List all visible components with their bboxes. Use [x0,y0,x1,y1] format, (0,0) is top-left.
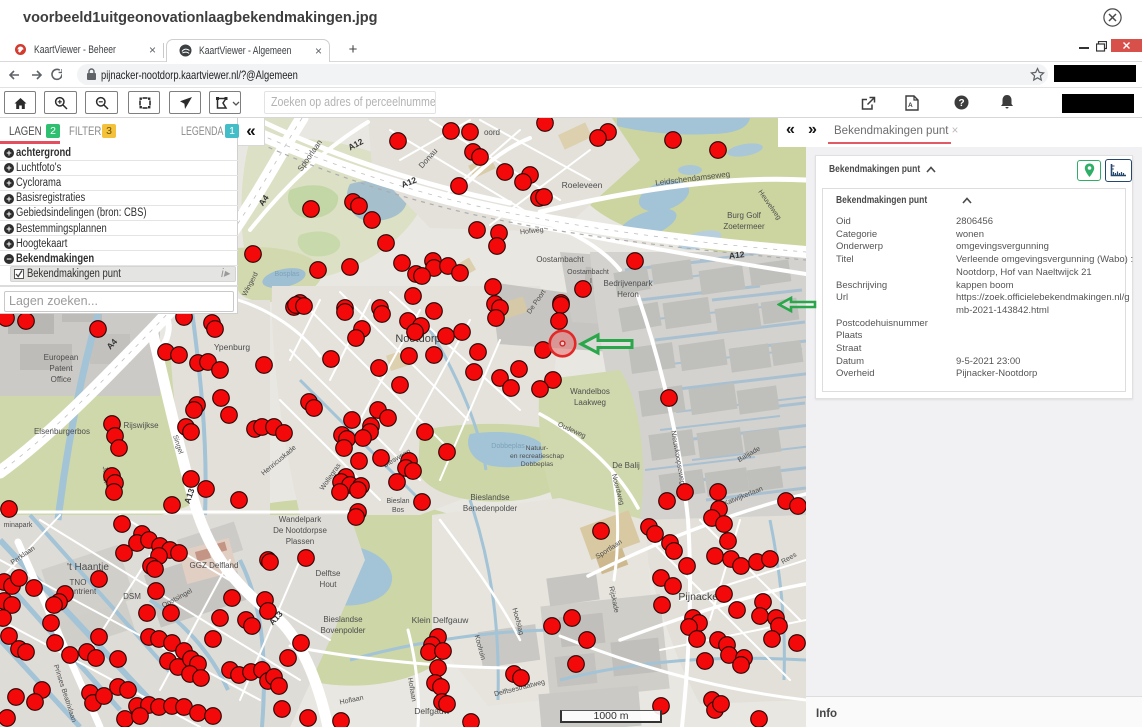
svg-text:TNO: TNO [70,578,87,587]
svg-text:Bedrijvenpark: Bedrijvenpark [604,279,654,288]
svg-text:en recreatieschap: en recreatieschap [510,453,564,460]
svg-text:Laakweg: Laakweg [574,398,606,407]
svg-text:Oostambacht: Oostambacht [567,269,609,276]
svg-text:Wandelbos: Wandelbos [570,387,610,396]
svg-text:Oostambacht: Oostambacht [536,255,584,264]
svg-text:Elsenburgerbos: Elsenburgerbos [34,427,90,436]
svg-text:Heron: Heron [617,290,639,299]
svg-text:minapark: minapark [4,522,33,529]
svg-text:oord: oord [484,128,500,137]
svg-text:Dobbeplas: Dobbeplas [521,461,554,468]
svg-text:Roeleveen: Roeleveen [562,180,603,190]
svg-text:De Balij: De Balij [612,461,640,470]
svg-text:A: A [908,102,913,109]
svg-text:+: + [6,148,11,158]
svg-text:+: + [6,209,11,219]
svg-text:Burg Golf: Burg Golf [727,211,762,220]
svg-text:Bieslan: Bieslan [387,498,410,505]
svg-text:Hout: Hout [320,580,338,589]
svg-text:Wandelpark: Wandelpark [279,515,322,524]
svg-text:Bovenpolder: Bovenpolder [321,626,366,635]
svg-text:Bieslandse: Bieslandse [323,615,363,624]
svg-text:+: + [6,194,11,204]
svg-text:European: European [44,353,79,362]
svg-text:Ypenburg: Ypenburg [214,342,251,352]
svg-text:Rijswijkse: Rijswijkse [123,421,159,430]
svg-text:Patent: Patent [49,364,73,373]
svg-text:Natuur-: Natuur- [526,445,549,452]
svg-text:Plassen: Plassen [286,537,314,546]
svg-text:Dobbeplas: Dobbeplas [491,443,525,450]
svg-text:A12: A12 [728,249,745,261]
svg-text:Delftse: Delftse [316,569,341,578]
svg-text:I: I [590,278,592,285]
svg-text:Bosplas: Bosplas [275,271,300,278]
svg-text:+: + [6,239,11,249]
svg-text:Klein Delfgauw: Klein Delfgauw [412,615,470,625]
svg-text:Zoetermeer: Zoetermeer [723,222,765,231]
svg-text:+: + [6,178,11,188]
svg-text:Bos: Bos [392,507,405,514]
svg-text:De Nootdorpse: De Nootdorpse [273,526,327,535]
svg-text:Office: Office [51,375,72,384]
svg-text:+: + [6,224,11,234]
svg-text:?: ? [958,98,964,109]
svg-text:DSM: DSM [123,592,141,601]
svg-text:Benedenpolder: Benedenpolder [463,504,518,513]
svg-text:+: + [6,163,11,173]
svg-text:Bieslandse: Bieslandse [470,493,510,502]
svg-text:−: − [6,254,11,264]
svg-text:GGZ Delfland: GGZ Delfland [190,561,239,570]
